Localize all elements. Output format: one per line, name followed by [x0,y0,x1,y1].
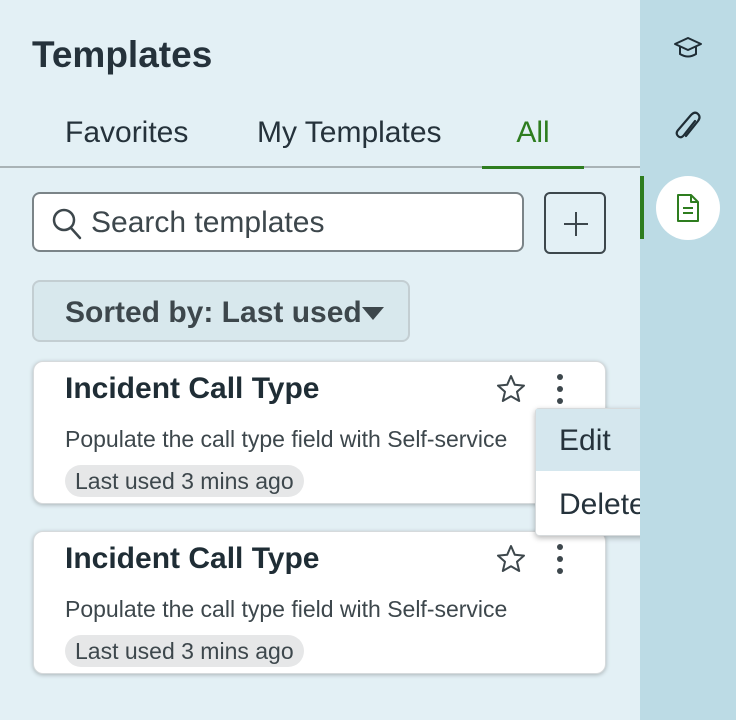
plus-icon [564,212,588,236]
tab-bar: Favorites My Templates All [0,106,640,169]
template-title: Incident Call Type [65,542,320,575]
templates-panel: Templates Favorites My Templates All Sor… [0,0,640,720]
rail-button-attachments[interactable] [656,96,720,160]
tab-all[interactable]: All [482,116,584,169]
document-icon [677,194,699,222]
more-options-icon[interactable] [549,374,571,406]
add-template-button[interactable] [544,192,606,254]
search-icon [52,208,82,240]
template-description: Populate the call type field with Self-s… [65,426,508,452]
paperclip-icon [675,111,701,139]
graduation-cap-icon [674,37,702,58]
template-title: Incident Call Type [65,372,320,405]
last-used-badge: Last used 3 mins ago [65,635,304,667]
template-card[interactable]: Incident Call Type Populate the call typ… [33,361,606,504]
sort-label: Sorted by: Last used [65,296,362,329]
search-input[interactable] [89,202,513,244]
menu-item-label: Delete [559,488,646,521]
template-card[interactable]: Incident Call Type Populate the call typ… [33,531,606,674]
star-icon[interactable] [496,374,526,404]
caret-down-icon [362,307,384,320]
sort-dropdown[interactable]: Sorted by: Last used [32,280,410,342]
rail-button-learning[interactable] [656,16,720,80]
search-box [32,192,524,252]
menu-item-label: Edit [559,424,611,457]
last-used-badge: Last used 3 mins ago [65,465,304,497]
tab-my-templates[interactable]: My Templates [257,116,442,166]
rail-button-templates[interactable] [656,176,720,240]
template-description: Populate the call type field with Self-s… [65,596,508,622]
tab-favorites[interactable]: Favorites [65,116,188,166]
active-indicator [640,176,644,239]
panel-title: Templates [32,34,213,75]
more-options-icon[interactable] [549,544,571,576]
star-icon[interactable] [496,544,526,574]
